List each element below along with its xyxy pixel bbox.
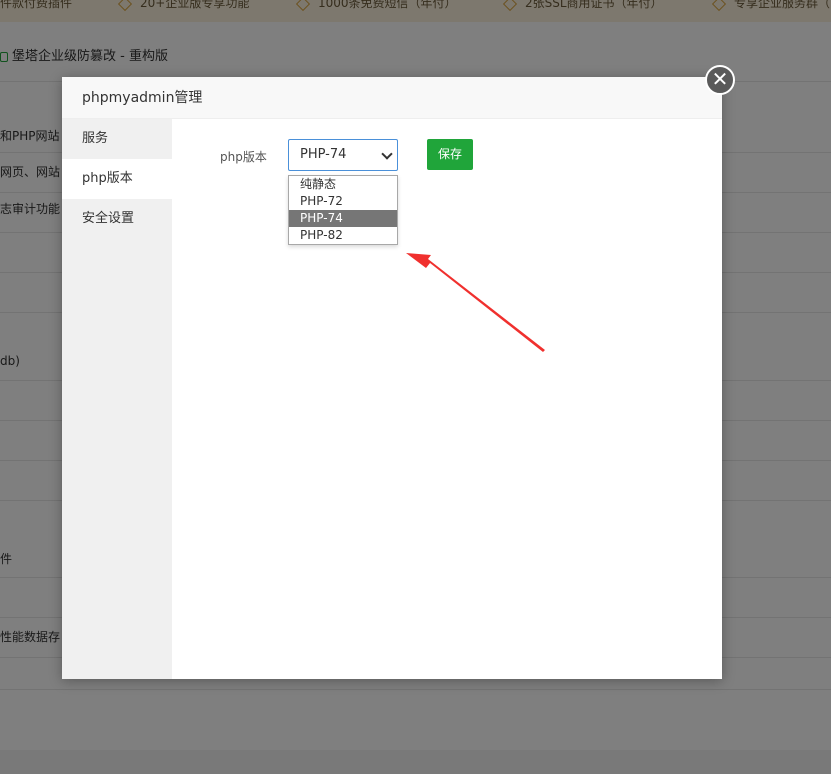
dropdown-option-php74[interactable]: PHP-74 [289,210,397,227]
modal-title: phpmyadmin管理 [62,77,722,119]
save-button[interactable]: 保存 [427,139,473,170]
sidebar-item-service[interactable]: 服务 [62,119,172,159]
dropdown-option-static[interactable]: 纯静态 [289,176,397,193]
sidebar-item-security[interactable]: 安全设置 [62,199,172,239]
sidebar-item-php-version[interactable]: php版本 [62,159,172,199]
dropdown-option-php72[interactable]: PHP-72 [289,193,397,210]
modal-main-panel: php版本 PHP-74 保存 纯静态 PHP-72 PHP-74 PHP-82 [172,119,722,679]
php-version-label: php版本 [220,150,267,164]
select-current-value: PHP-74 [300,147,347,162]
phpmyadmin-modal: phpmyadmin管理 服务 php版本 安全设置 php版本 PHP-74 … [62,77,722,679]
close-icon[interactable]: ✕ [705,65,735,95]
chevron-down-icon [381,148,393,160]
modal-sidebar: 服务 php版本 安全设置 [62,119,172,679]
php-version-select[interactable]: PHP-74 [288,139,398,171]
php-version-dropdown: 纯静态 PHP-72 PHP-74 PHP-82 [288,175,398,245]
dropdown-option-php82[interactable]: PHP-82 [289,227,397,244]
